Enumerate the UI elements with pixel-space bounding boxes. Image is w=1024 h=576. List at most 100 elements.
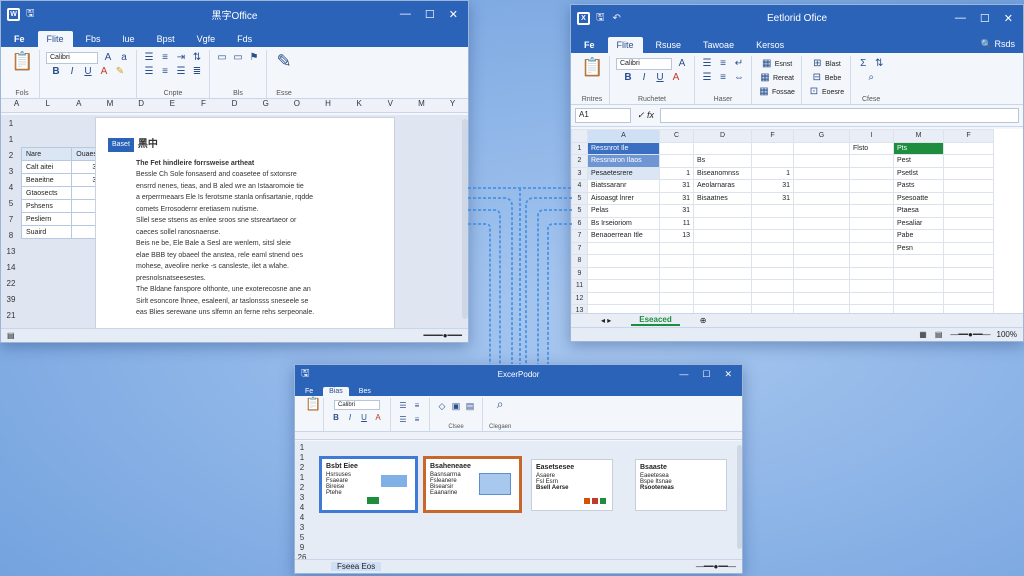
bold-icon[interactable]: B — [50, 66, 62, 78]
sheet-row[interactable]: 7 Pesn — [571, 241, 994, 255]
delete-cells-icon[interactable]: ⊟ — [811, 72, 823, 84]
insert-cells-icon[interactable]: ⊞ — [811, 58, 823, 70]
slide-thumbnail-1[interactable]: Bsbt Eiee Hsrsuses Fsaeare Bireise Ptehe — [319, 456, 418, 513]
align-left-icon[interactable]: ☰ — [397, 414, 409, 426]
arrange-icon[interactable]: ▣ — [450, 400, 462, 412]
maximize-icon[interactable]: ☐ — [702, 369, 710, 380]
sheet-row[interactable]: 12 — [571, 291, 994, 305]
zoom-slider[interactable]: —━━●━━— — [950, 330, 990, 339]
formula-input[interactable] — [660, 108, 1019, 123]
merge-icon[interactable]: ⇔ — [733, 72, 745, 84]
editor-icon[interactable]: ✎ — [273, 50, 295, 72]
powerpoint-window[interactable]: 🖫 ExcerPodor — ☐ ✕ Fe Bias Bes 📋 Calibri… — [294, 364, 743, 574]
zoom-level[interactable]: 100% — [997, 330, 1017, 339]
name-box[interactable]: A1 — [575, 108, 631, 123]
shapes-icon[interactable]: ◇ — [436, 400, 448, 412]
find-icon[interactable]: ⌕ — [865, 72, 877, 84]
tab-file[interactable]: Fe — [575, 37, 604, 53]
tab-insert[interactable]: Bes — [353, 387, 377, 396]
minimize-icon[interactable]: — — [400, 8, 411, 21]
numbering-icon[interactable]: ≡ — [411, 400, 423, 412]
align-center-icon[interactable]: ≡ — [411, 414, 423, 426]
sort-filter-icon[interactable]: ⇅ — [873, 58, 885, 70]
slide-thumbnail-4[interactable]: Bsaaste Eaeetesea Bspe Itsnae Rsooteneas — [635, 459, 727, 511]
sheet-nav-icon[interactable]: ◂ ▸ — [601, 316, 611, 325]
font-color-icon[interactable]: A — [670, 72, 682, 84]
highlight-icon[interactable]: ✎ — [114, 66, 126, 78]
bold-icon[interactable]: B — [330, 412, 342, 424]
sheet-row[interactable]: 9 — [571, 266, 994, 280]
cell-styles-icon[interactable]: ▦ — [758, 86, 770, 98]
tab-home[interactable]: Bias — [323, 387, 349, 396]
word-window[interactable]: W 🖫 黑字Office — ☐ ✕ Fe Flite Fbs lue Bpst… — [0, 0, 469, 343]
tab-insert[interactable]: Rsuse — [647, 37, 691, 53]
style-button[interactable]: Esnst — [775, 61, 793, 68]
style-heading-icon[interactable]: ▭ — [232, 52, 244, 64]
align-left-icon[interactable]: ☰ — [143, 66, 155, 78]
font-color-icon[interactable]: A — [98, 66, 110, 78]
minimize-icon[interactable]: — — [955, 12, 966, 25]
maximize-icon[interactable]: ☐ — [980, 12, 990, 25]
sheet-row[interactable]: 5 Aisoasgt lnrer 31 Bisaatnes 31 Psesoatte — [571, 191, 994, 205]
format-table-icon[interactable]: ▦ — [759, 72, 771, 84]
help-button[interactable]: 🔍 Rsds — [973, 36, 1023, 53]
bullets-icon[interactable]: ☰ — [397, 400, 409, 412]
italic-icon[interactable]: I — [344, 412, 356, 424]
sheet-row[interactable]: 1 Ressnrot Ile Flsto Pts — [571, 141, 994, 155]
font-name-box[interactable]: Calibri — [616, 58, 672, 70]
justify-icon[interactable]: ≣ — [191, 66, 203, 78]
sheet-row[interactable]: 11 — [571, 279, 994, 293]
sheet-row[interactable]: 5 Pelas 31 Ptaesa — [571, 204, 994, 218]
tab-insert[interactable]: Fbs — [77, 31, 110, 47]
underline-icon[interactable]: U — [82, 66, 94, 78]
bold-icon[interactable]: B — [622, 72, 634, 84]
wrap-text-icon[interactable]: ↵ — [733, 58, 745, 70]
minimize-icon[interactable]: — — [679, 369, 688, 380]
style-normal-icon[interactable]: ▭ — [216, 52, 228, 64]
view-normal-icon[interactable]: ▦ — [919, 330, 927, 339]
undo-icon[interactable]: ↶ — [613, 13, 621, 24]
align-center-icon[interactable]: ≡ — [159, 66, 171, 78]
italic-icon[interactable]: I — [638, 72, 650, 84]
close-icon[interactable]: ✕ — [724, 369, 732, 380]
spreadsheet-grid[interactable]: A C D F G I M F 1 Ressnrot Ile Flsto Pts 2R… — [571, 129, 1023, 318]
ppt-scrollbar[interactable] — [737, 445, 742, 549]
word-page[interactable]: Baset 黑中 The Fet hindleire forrsweise ar… — [95, 117, 395, 330]
underline-icon[interactable]: U — [654, 72, 666, 84]
sheet-row[interactable]: 2 Ressnaron Ilaos Bs Pest — [571, 154, 994, 168]
zoom-slider[interactable]: —━━●━━— — [696, 562, 736, 571]
find-icon[interactable]: ⌕ — [494, 398, 506, 410]
align-top-icon[interactable]: ☰ — [701, 58, 713, 70]
sheet-row[interactable]: 3 Pesaetesrere 1 Biseanomnss 1 Psetlst — [571, 166, 994, 180]
conditional-format-icon[interactable]: ▦ — [761, 58, 773, 70]
maximize-icon[interactable]: ☐ — [425, 8, 435, 21]
tab-layout[interactable]: Bpst — [148, 31, 184, 47]
align-right-icon[interactable]: ☰ — [175, 66, 187, 78]
indent-icon[interactable]: ⇥ — [175, 52, 187, 64]
close-icon[interactable]: ✕ — [1004, 12, 1013, 25]
font-name-box[interactable]: Calibri — [334, 400, 380, 410]
tab-home[interactable]: Flite — [607, 37, 643, 53]
sort-icon[interactable]: ⇅ — [191, 52, 203, 64]
save-icon[interactable]: 🖫 — [26, 6, 35, 23]
underline-icon[interactable]: U — [358, 412, 370, 424]
tab-formulas[interactable]: Tawoae — [694, 37, 743, 53]
styles-pane-icon[interactable]: ⚑ — [248, 52, 260, 64]
align-left-icon[interactable]: ☰ — [701, 72, 713, 84]
tab-file[interactable]: Fe — [299, 387, 319, 396]
tab-data[interactable]: Kersos — [747, 37, 793, 53]
align-middle-icon[interactable]: ≡ — [717, 58, 729, 70]
sheet-row[interactable]: 4 Biatssaranr 31 Aeolarnaras 31 Pasts — [571, 179, 994, 193]
slide-thumbnail-3[interactable]: Easetsesee Asaere Fsl Esrn Bsell Aerse — [531, 459, 613, 511]
zoom-slider[interactable]: ━━━━●━━━ — [423, 331, 462, 340]
tab-review[interactable]: Vgfe — [188, 31, 225, 47]
paste-icon[interactable]: 📋 — [581, 56, 603, 78]
tab-view[interactable]: Fds — [228, 31, 261, 47]
view-layout-icon[interactable]: ▤ — [935, 330, 943, 339]
align-center-icon[interactable]: ≡ — [717, 72, 729, 84]
sheet-row[interactable]: 8 — [571, 254, 994, 268]
save-icon[interactable]: 🖫 — [301, 366, 310, 383]
tab-design[interactable]: lue — [114, 31, 144, 47]
sheet-row[interactable]: 7 Benaoerrean Itle 13 Pabe — [571, 229, 994, 243]
bullets-icon[interactable]: ☰ — [143, 52, 155, 64]
